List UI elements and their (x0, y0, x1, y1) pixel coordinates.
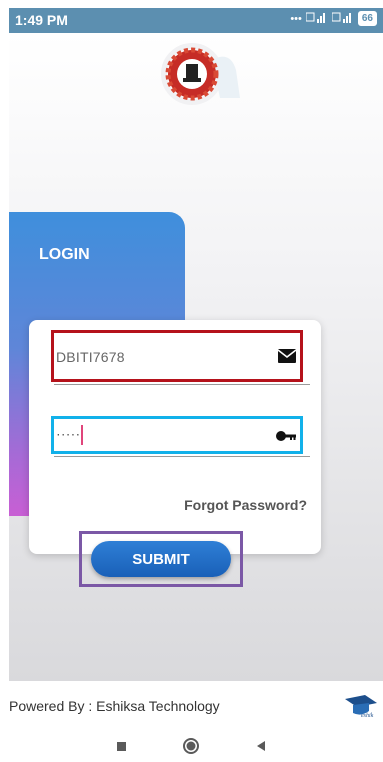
powered-by-text: Powered By : Eshiksa Technology (9, 698, 220, 714)
text-cursor (81, 425, 84, 445)
battery-indicator: 66 (357, 11, 377, 26)
back-button[interactable] (251, 736, 271, 756)
password-field[interactable]: ····· (51, 416, 310, 457)
submit-highlight: SUBMIT (79, 531, 243, 587)
status-bar: 1:49 PM ••• 66 (9, 8, 383, 33)
username-field[interactable]: DBITI7678 (51, 330, 310, 385)
recents-button[interactable] (111, 736, 131, 756)
status-time: 1:49 PM (15, 12, 68, 28)
submit-button[interactable]: SUBMIT (91, 541, 231, 577)
login-screen: 1:49 PM ••• 66 LOGIN DBITI7678 ····· For… (0, 0, 383, 762)
username-value[interactable]: DBITI7678 (56, 349, 125, 365)
email-icon (277, 349, 297, 368)
footer: Powered By : Eshiksa Technology eshik (0, 681, 383, 721)
signal-icon (305, 11, 328, 26)
login-title: LOGIN (39, 246, 90, 263)
dots-icon: ••• (290, 12, 302, 25)
home-button[interactable] (181, 736, 201, 756)
password-underline (54, 456, 310, 457)
login-card: DBITI7678 ····· Forgot Password? (29, 320, 321, 554)
password-value[interactable]: ····· (56, 425, 84, 445)
forgot-password-link[interactable]: Forgot Password? (184, 497, 307, 513)
android-nav-bar (0, 730, 383, 762)
institute-logo (150, 40, 250, 120)
eshiksa-logo: eshik (343, 695, 383, 719)
username-underline (54, 384, 310, 385)
4g-signal-icon (331, 11, 354, 26)
svg-text:eshik: eshik (361, 713, 374, 719)
key-icon (276, 429, 296, 447)
status-icons: ••• 66 (290, 11, 377, 26)
